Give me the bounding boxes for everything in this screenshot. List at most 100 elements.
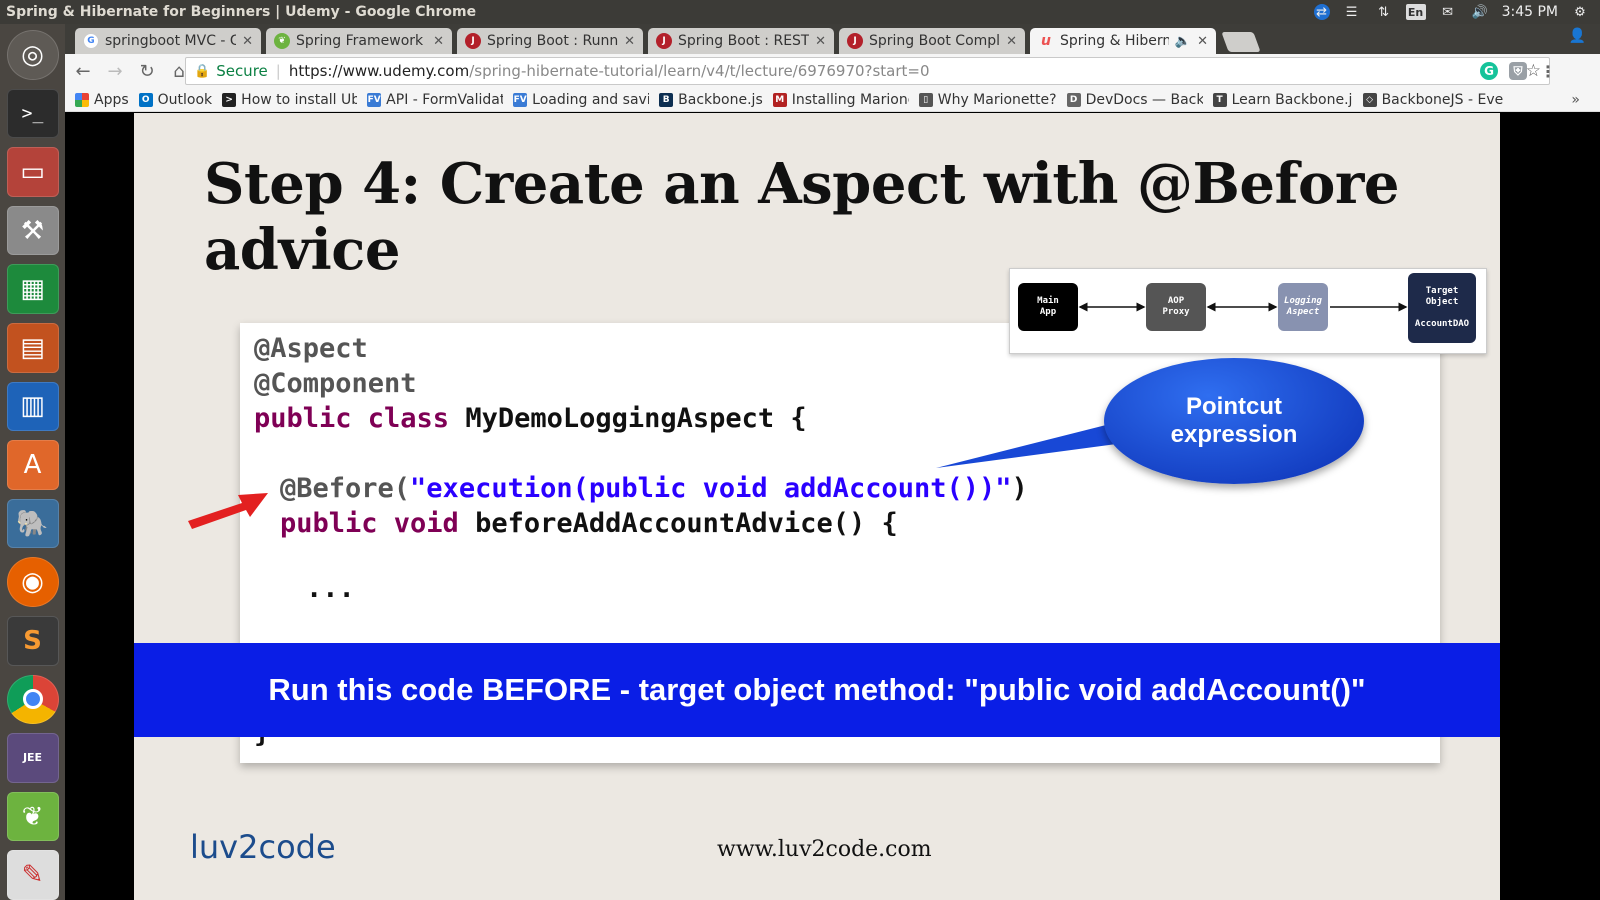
bookmark-apps[interactable]: Apps bbox=[75, 92, 129, 108]
code-text: beforeAddAccountAdvice() { bbox=[475, 508, 898, 539]
bookmark-loading-saving[interactable]: FV Loading and savin bbox=[513, 92, 649, 108]
close-icon[interactable]: ✕ bbox=[1006, 34, 1017, 49]
back-icon[interactable]: ← bbox=[69, 57, 97, 85]
close-icon[interactable]: ✕ bbox=[242, 34, 253, 49]
spring-icon: ❦ bbox=[274, 33, 290, 49]
bookmark-learn-backbone[interactable]: T Learn Backbone.js bbox=[1212, 91, 1353, 108]
libreoffice-impress-icon[interactable]: ▤ bbox=[6, 322, 59, 373]
new-tab-button[interactable] bbox=[1221, 32, 1261, 52]
tab-label: Spring Boot : Running bbox=[487, 33, 619, 49]
bookmark-label: DevDocs — Backb bbox=[1085, 91, 1203, 108]
bookmark-label: Learn Backbone.js bbox=[1231, 91, 1353, 108]
more-bookmarks-icon[interactable]: » bbox=[1571, 92, 1580, 108]
grammarly-icon[interactable]: G bbox=[1480, 62, 1498, 80]
notes-icon[interactable]: ☰ bbox=[1342, 4, 1362, 20]
callout-text-line1: Pointcut bbox=[1186, 393, 1282, 420]
ubuntu-dash-icon[interactable]: ◎ bbox=[6, 30, 59, 80]
code-line-ellipsis: ... bbox=[306, 573, 355, 604]
code-text: ) bbox=[1011, 473, 1028, 504]
javatpoint-icon: J bbox=[847, 33, 863, 49]
code-text: MyDemoLoggingAspect { bbox=[465, 403, 807, 434]
libreoffice-writer-icon[interactable]: ▥ bbox=[6, 381, 59, 432]
close-icon[interactable]: ✕ bbox=[433, 34, 444, 49]
page-content: Step 4: Create an Aspect with @Before ad… bbox=[65, 113, 1600, 900]
code-line-before-annotation: @Before("execution(public void addAccoun… bbox=[280, 473, 1028, 504]
javatpoint-icon: J bbox=[656, 33, 672, 49]
file-manager-icon[interactable]: ▭ bbox=[6, 147, 59, 197]
bookmark-backbone[interactable]: B Backbone.js bbox=[659, 92, 763, 108]
slide-title: Step 4: Create an Aspect with @Before ad… bbox=[204, 151, 1400, 283]
network-icon[interactable]: ⇅ bbox=[1374, 4, 1394, 20]
software-center-icon[interactable]: A bbox=[6, 440, 59, 490]
sublime-text-icon[interactable]: S bbox=[6, 615, 59, 666]
lecture-video-slide[interactable]: Step 4: Create an Aspect with @Before ad… bbox=[134, 113, 1500, 900]
subtitle-banner: Run this code BEFORE - target object met… bbox=[134, 643, 1500, 737]
browser-toolbar: ← → ↻ ⌂ 🔒 Secure | https://www.udemy.com… bbox=[65, 54, 1600, 88]
tab-label: Spring Framework De bbox=[296, 33, 427, 49]
clock[interactable]: 3:45 PM bbox=[1502, 4, 1558, 20]
tab-spring-boot-complete[interactable]: J Spring Boot Complet ✕ bbox=[839, 28, 1025, 54]
tab-label: springboot MVC - Go bbox=[105, 33, 237, 49]
reload-icon[interactable]: ↻ bbox=[133, 57, 161, 85]
devdocs-icon: D bbox=[1066, 92, 1081, 107]
bookmark-label: Outlook bbox=[157, 91, 213, 108]
outlook-icon: O bbox=[138, 92, 153, 107]
shield-icon[interactable]: ⛨ bbox=[1509, 62, 1527, 80]
code-annotation: @Before( bbox=[280, 473, 411, 504]
url-host: https://www.udemy.com bbox=[288, 62, 470, 80]
menu-kebab-icon[interactable]: ⋮ bbox=[1539, 62, 1557, 81]
lock-icon: 🔒 bbox=[194, 63, 211, 79]
url-path: /spring-hibernate-tutorial/learn/v4/t/le… bbox=[469, 62, 930, 80]
tab-spring-framework[interactable]: ❦ Spring Framework De ✕ bbox=[266, 28, 452, 54]
code-keyword: public class bbox=[254, 403, 466, 434]
bookmark-label: Backbone.js bbox=[678, 91, 763, 108]
unity-launcher: ◎ >_ ▭ ⚒ ▦ ▤ ▥ A 🐘 ◉ S JEE ❦ ✎ bbox=[0, 24, 65, 900]
bookmark-installing-marionette[interactable]: M Installing Marione bbox=[772, 92, 909, 108]
bookmark-label: Loading and savin bbox=[532, 91, 650, 108]
terminal-icon[interactable]: >_ bbox=[6, 88, 59, 139]
audio-playing-icon[interactable]: 🔈 bbox=[1175, 34, 1191, 49]
close-icon[interactable]: ✕ bbox=[815, 34, 826, 49]
bookmark-formvalidation[interactable]: FV API - FormValidati bbox=[367, 92, 503, 108]
close-icon[interactable]: ✕ bbox=[1197, 34, 1208, 49]
libreoffice-calc-icon[interactable]: ▦ bbox=[6, 264, 59, 314]
red-arrow-icon bbox=[188, 493, 268, 529]
bookmark-outlook[interactable]: O Outlook bbox=[138, 91, 213, 108]
terminal-icon: > bbox=[222, 92, 237, 107]
settings-gear-icon[interactable]: ⚙ bbox=[1570, 4, 1590, 20]
system-settings-icon[interactable]: ⚒ bbox=[6, 205, 59, 256]
bookmark-label: Why Marionette? bbox=[937, 91, 1057, 108]
close-icon[interactable]: ✕ bbox=[624, 34, 635, 49]
address-bar[interactable]: 🔒 Secure | https://www.udemy.com /spring… bbox=[185, 57, 1550, 85]
tab-spring-boot-running[interactable]: J Spring Boot : Running ✕ bbox=[457, 28, 643, 54]
keyboard-language-indicator[interactable]: En bbox=[1405, 4, 1426, 20]
diagram-connectors bbox=[1078, 302, 1408, 312]
text-editor-icon[interactable]: ✎ bbox=[6, 850, 59, 900]
volume-icon[interactable]: 🔊 bbox=[1470, 4, 1490, 20]
tab-spring-boot-restful[interactable]: J Spring Boot : RESTful ✕ bbox=[648, 28, 834, 54]
profile-icon[interactable]: 👤 bbox=[1569, 28, 1586, 44]
bookmark-install-ubuntu[interactable]: > How to install Ubu bbox=[222, 92, 357, 108]
book-icon: ▯ bbox=[918, 92, 933, 107]
fv-icon: FV bbox=[367, 92, 382, 107]
pointcut-expression-string: "execution(public void addAccount())" bbox=[410, 473, 1012, 504]
code-line-aspect: @Aspect bbox=[254, 333, 368, 364]
pgadmin-elephant-icon[interactable]: 🐘 bbox=[6, 498, 59, 549]
firefox-icon[interactable]: ◉ bbox=[6, 557, 59, 607]
browser-tab-strip: G springboot MVC - Go ✕ ❦ Spring Framewo… bbox=[65, 24, 1600, 54]
forward-icon[interactable]: → bbox=[101, 57, 129, 85]
diamond-icon: ◇ bbox=[1362, 92, 1377, 107]
tab-springboot-mvc[interactable]: G springboot MVC - Go ✕ bbox=[75, 28, 261, 54]
eclipse-javaee-icon[interactable]: JEE bbox=[6, 733, 59, 783]
teamviewer-icon[interactable]: ⇄ bbox=[1313, 4, 1330, 20]
chrome-icon[interactable] bbox=[6, 674, 59, 725]
mail-icon[interactable]: ✉ bbox=[1438, 4, 1458, 20]
bookmark-backbonejs-events[interactable]: ◇ BackboneJS - Even bbox=[1362, 92, 1503, 108]
tab-spring-hibernate[interactable]: u Spring & Hibernate 🔈 ✕ bbox=[1030, 28, 1216, 54]
bookmark-label: Apps bbox=[94, 91, 129, 108]
google-icon: G bbox=[83, 33, 99, 49]
spring-tool-suite-icon[interactable]: ❦ bbox=[6, 791, 59, 842]
code-keyword: public void bbox=[280, 508, 476, 539]
bookmark-why-marionette[interactable]: ▯ Why Marionette? bbox=[918, 91, 1057, 108]
bookmark-devdocs[interactable]: D DevDocs — Backb bbox=[1066, 91, 1203, 108]
